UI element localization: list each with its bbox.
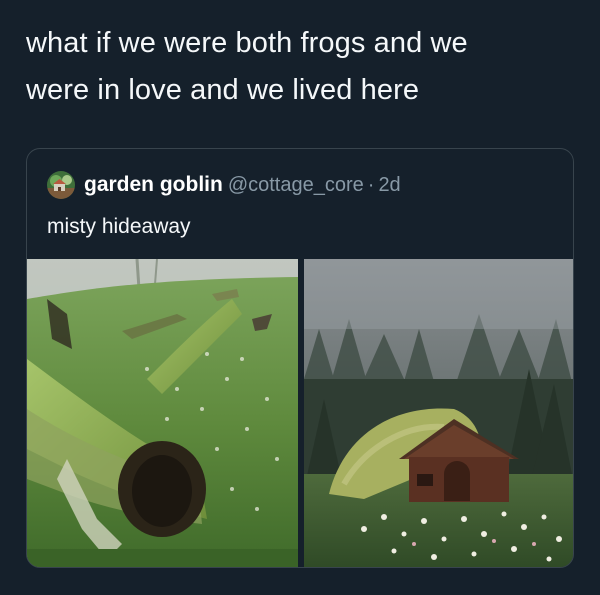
quoted-timestamp[interactable]: 2d — [378, 174, 400, 197]
quoted-tweet-card[interactable]: garden goblin @cottage_core · 2d misty h… — [26, 148, 574, 568]
tweet-screenshot: what if we were both frogs and we were i… — [0, 0, 600, 595]
tweet-text-line-1: what if we were both frogs and we — [26, 27, 468, 59]
misty-forest-cabin-photo[interactable] — [304, 259, 573, 567]
quoted-tweet-header: garden goblin @cottage_core · 2d — [47, 171, 401, 199]
quoted-display-name[interactable]: garden goblin — [84, 173, 223, 197]
quoted-handle[interactable]: @cottage_core — [228, 174, 364, 197]
avatar[interactable] — [47, 171, 75, 199]
quoted-tweet-text: misty hideaway — [47, 215, 191, 238]
tweet-text-line-2: were in love and we lived here — [26, 74, 420, 106]
tweet-text: what if we were both frogs and we were i… — [26, 20, 574, 114]
mossy-fallen-log-photo[interactable] — [27, 259, 298, 567]
separator-dot: · — [367, 173, 375, 196]
